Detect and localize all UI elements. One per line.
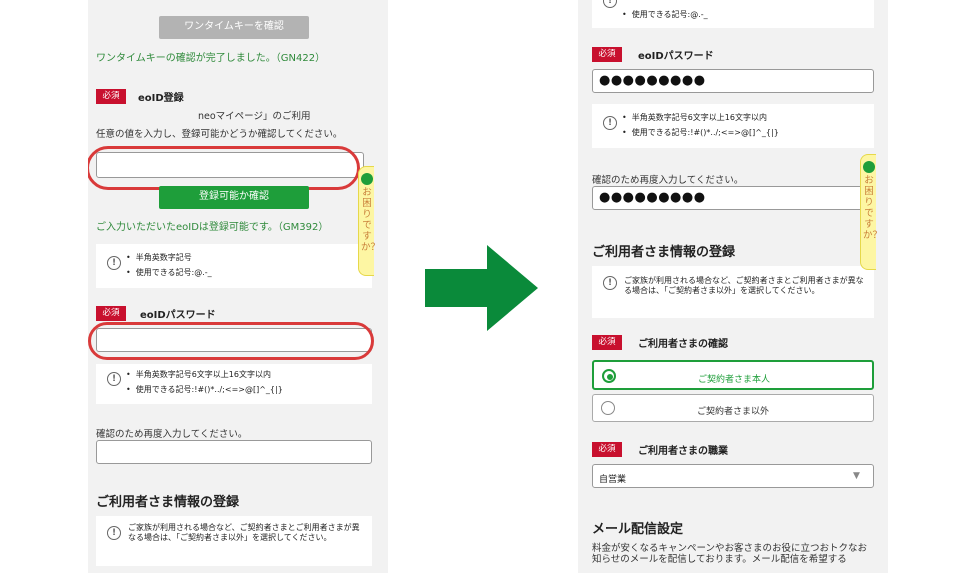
user-info-note: ご家族が利用される場合など、ご契約者さまとご利用者さまが異なる場合は、「ご契約者… [624, 276, 864, 295]
onetime-complete-message: ワンタイムキーの確認が完了しました。（GN422） [96, 53, 326, 64]
radio-contractor-other[interactable]: ご契約者さま以外 [592, 394, 874, 422]
rule-item: 半角英数字記号6文字以上16文字以内 [622, 112, 767, 123]
help-tab-label: お困りですか？ [361, 187, 381, 253]
required-badge: 必須 [96, 89, 126, 104]
password-rules-box: ! 半角英数字記号6文字以上16文字以内 使用できる記号:!#()*../;<=… [96, 364, 372, 404]
radio-contractor-self[interactable]: ご契約者さま本人 [592, 360, 874, 390]
chevron-down-icon: ▼ [853, 471, 860, 481]
required-badge: 必須 [592, 47, 622, 62]
help-icon [361, 173, 373, 185]
job-label: ご利用者さまの職業 [638, 446, 728, 457]
user-info-note: ご家族が利用される場合など、ご契約者さまとご利用者さまが異なる場合は、「ご契約者… [128, 523, 360, 542]
user-info-note-box: ! ご家族が利用される場合など、ご契約者さまとご利用者さまが異なる場合は、「ご契… [592, 266, 874, 318]
eoid-available-message: ご入力いただいたeoIDは登録可能です。（GM392） [96, 222, 329, 233]
left-screenshot: ワンタイムキーを確認 ワンタイムキーの確認が完了しました。（GN422） 必須 … [88, 0, 388, 573]
help-tab-label: お困りですか？ [863, 175, 883, 241]
user-info-heading: ご利用者さま情報の登録 [96, 495, 240, 510]
password-input-value: ●●●●●●●●● [599, 73, 706, 88]
password-label: eoIDパスワード [638, 51, 714, 62]
right-screenshot: ! 使用できる記号:@.-_ 必須 eoIDパスワード ●●●●●●●●● ! … [578, 0, 888, 573]
check-availability-button[interactable]: 登録可能か確認 [159, 186, 309, 209]
mail-description: 料金が安くなるキャンペーンやお客さまのお役に立つおトクなお知らせのメールを配信し… [592, 543, 868, 565]
eoid-label: eoID登録 [138, 93, 184, 104]
info-icon: ! [107, 526, 121, 540]
job-select[interactable]: 自営業 ▼ [592, 464, 874, 488]
password-confirm-input[interactable] [96, 440, 372, 464]
rule-item: 使用できる記号:@.-_ [126, 267, 212, 278]
password-confirm-value: ●●●●●●●●● [599, 190, 706, 205]
rule-item: 使用できる記号:@.-_ [622, 9, 708, 20]
info-icon: ! [603, 116, 617, 130]
password-confirm-input[interactable]: ●●●●●●●●● [592, 186, 874, 210]
password-label: eoIDパスワード [140, 310, 216, 321]
highlight-oval-eoid [88, 146, 360, 190]
help-icon [863, 161, 875, 173]
eoid-description-2: 任意の値を入力し、登録可能かどうか確認してください。 [96, 129, 343, 140]
radio-unselected-icon [601, 401, 615, 415]
info-icon: ! [603, 276, 617, 290]
rule-item: 使用できる記号:!#()*../;<=>@[]^_{|} [622, 127, 779, 138]
user-info-note-box: ! ご家族が利用される場合など、ご契約者さまとご利用者さまが異なる場合は、「ご契… [96, 516, 372, 566]
info-icon: ! [107, 372, 121, 386]
rule-item: 使用できる記号:!#()*../;<=>@[]^_{|} [126, 384, 283, 395]
help-tab[interactable]: お困りですか？ [358, 166, 381, 276]
required-badge: 必須 [592, 442, 622, 457]
eoid-rules-box: ! 使用できる記号:@.-_ [592, 0, 874, 28]
eoid-rules-box: ! 半角英数字記号 使用できる記号:@.-_ [96, 244, 372, 288]
password-rules-box: ! 半角英数字記号6文字以上16文字以内 使用できる記号:!#()*../;<=… [592, 104, 874, 148]
mail-heading: メール配信設定 [592, 522, 684, 537]
user-check-label: ご利用者さまの確認 [638, 339, 728, 350]
info-icon: ! [107, 256, 121, 270]
highlight-oval-password [88, 322, 374, 360]
rule-item: 半角英数字記号 [126, 252, 192, 263]
required-badge: 必須 [592, 335, 622, 350]
help-tab[interactable]: お困りですか？ [860, 154, 883, 270]
radio-selected-icon [602, 369, 616, 383]
job-select-value: 自営業 [599, 475, 627, 485]
eoid-description-1: neoマイページ」のご利用 [198, 111, 311, 122]
onetime-key-check-button[interactable]: ワンタイムキーを確認 [159, 16, 309, 39]
rule-item: 半角英数字記号6文字以上16文字以内 [126, 369, 271, 380]
radio-label: ご契約者さま本人 [697, 375, 770, 385]
info-icon: ! [603, 0, 617, 8]
user-info-heading: ご利用者さま情報の登録 [592, 245, 736, 260]
required-badge: 必須 [96, 306, 126, 321]
right-arrow-icon [425, 245, 538, 331]
password-input[interactable]: ●●●●●●●●● [592, 69, 874, 93]
radio-label: ご契約者さま以外 [696, 407, 769, 417]
